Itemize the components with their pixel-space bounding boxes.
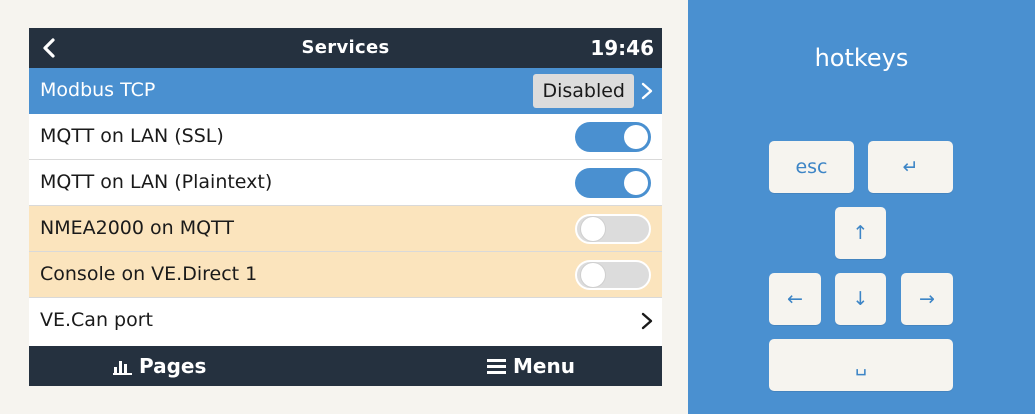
top-bar: Services 19:46	[29, 28, 662, 68]
nmea2000-mqtt-toggle[interactable]	[575, 214, 651, 244]
mqtt-plaintext-toggle[interactable]	[575, 168, 651, 198]
list-item-console-vedirect[interactable]: Console on VE.Direct 1	[29, 252, 662, 298]
toggle-knob	[581, 263, 605, 287]
list-item-label: MQTT on LAN (SSL)	[40, 125, 224, 147]
list-item-vecan-port[interactable]: VE.Can port	[29, 298, 662, 344]
hotkeys-panel: hotkeys esc ↵ ↑ ← ↓ → ␣	[688, 0, 1035, 414]
toggle-knob	[581, 217, 605, 241]
list-item-nmea2000-mqtt[interactable]: NMEA2000 on MQTT	[29, 206, 662, 252]
status-value: Disabled	[533, 74, 634, 108]
hamburger-icon	[487, 359, 506, 374]
down-arrow-key[interactable]: ↓	[835, 273, 886, 325]
enter-key[interactable]: ↵	[868, 141, 953, 193]
menu-label: Menu	[513, 354, 575, 378]
space-key[interactable]: ␣	[769, 339, 953, 391]
up-arrow-key[interactable]: ↑	[835, 207, 886, 259]
list-item-label: NMEA2000 on MQTT	[40, 217, 234, 239]
toggle-knob	[624, 171, 648, 195]
list-item-mqtt-plaintext[interactable]: MQTT on LAN (Plaintext)	[29, 160, 662, 206]
toggle-knob	[624, 125, 648, 149]
device-screen: Services 19:46 Modbus TCP Disabled MQTT …	[29, 28, 662, 386]
bottom-bar: Pages Menu	[29, 346, 662, 386]
page-title: Services	[301, 37, 390, 58]
list-item-label: Modbus TCP	[40, 79, 156, 101]
list-item-mqtt-ssl[interactable]: MQTT on LAN (SSL)	[29, 114, 662, 160]
console-vedirect-toggle[interactable]	[575, 260, 651, 290]
list-item-label: MQTT on LAN (Plaintext)	[40, 171, 273, 193]
bar-chart-icon	[113, 361, 132, 375]
esc-key[interactable]: esc	[769, 141, 854, 193]
chevron-right-icon	[641, 82, 653, 100]
menu-button[interactable]: Menu	[487, 354, 575, 378]
list-item-modbus-tcp[interactable]: Modbus TCP Disabled	[29, 68, 662, 114]
left-arrow-key[interactable]: ←	[769, 273, 821, 325]
clock: 19:46	[590, 36, 654, 60]
hotkeys-title: hotkeys	[814, 44, 909, 72]
mqtt-ssl-toggle[interactable]	[575, 122, 651, 152]
pages-button[interactable]: Pages	[113, 354, 206, 378]
chevron-right-icon	[641, 312, 653, 330]
pages-label: Pages	[139, 354, 207, 378]
list-item-label: Console on VE.Direct 1	[40, 263, 258, 285]
list-item-label: VE.Can port	[40, 309, 153, 331]
right-arrow-key[interactable]: →	[901, 273, 953, 325]
